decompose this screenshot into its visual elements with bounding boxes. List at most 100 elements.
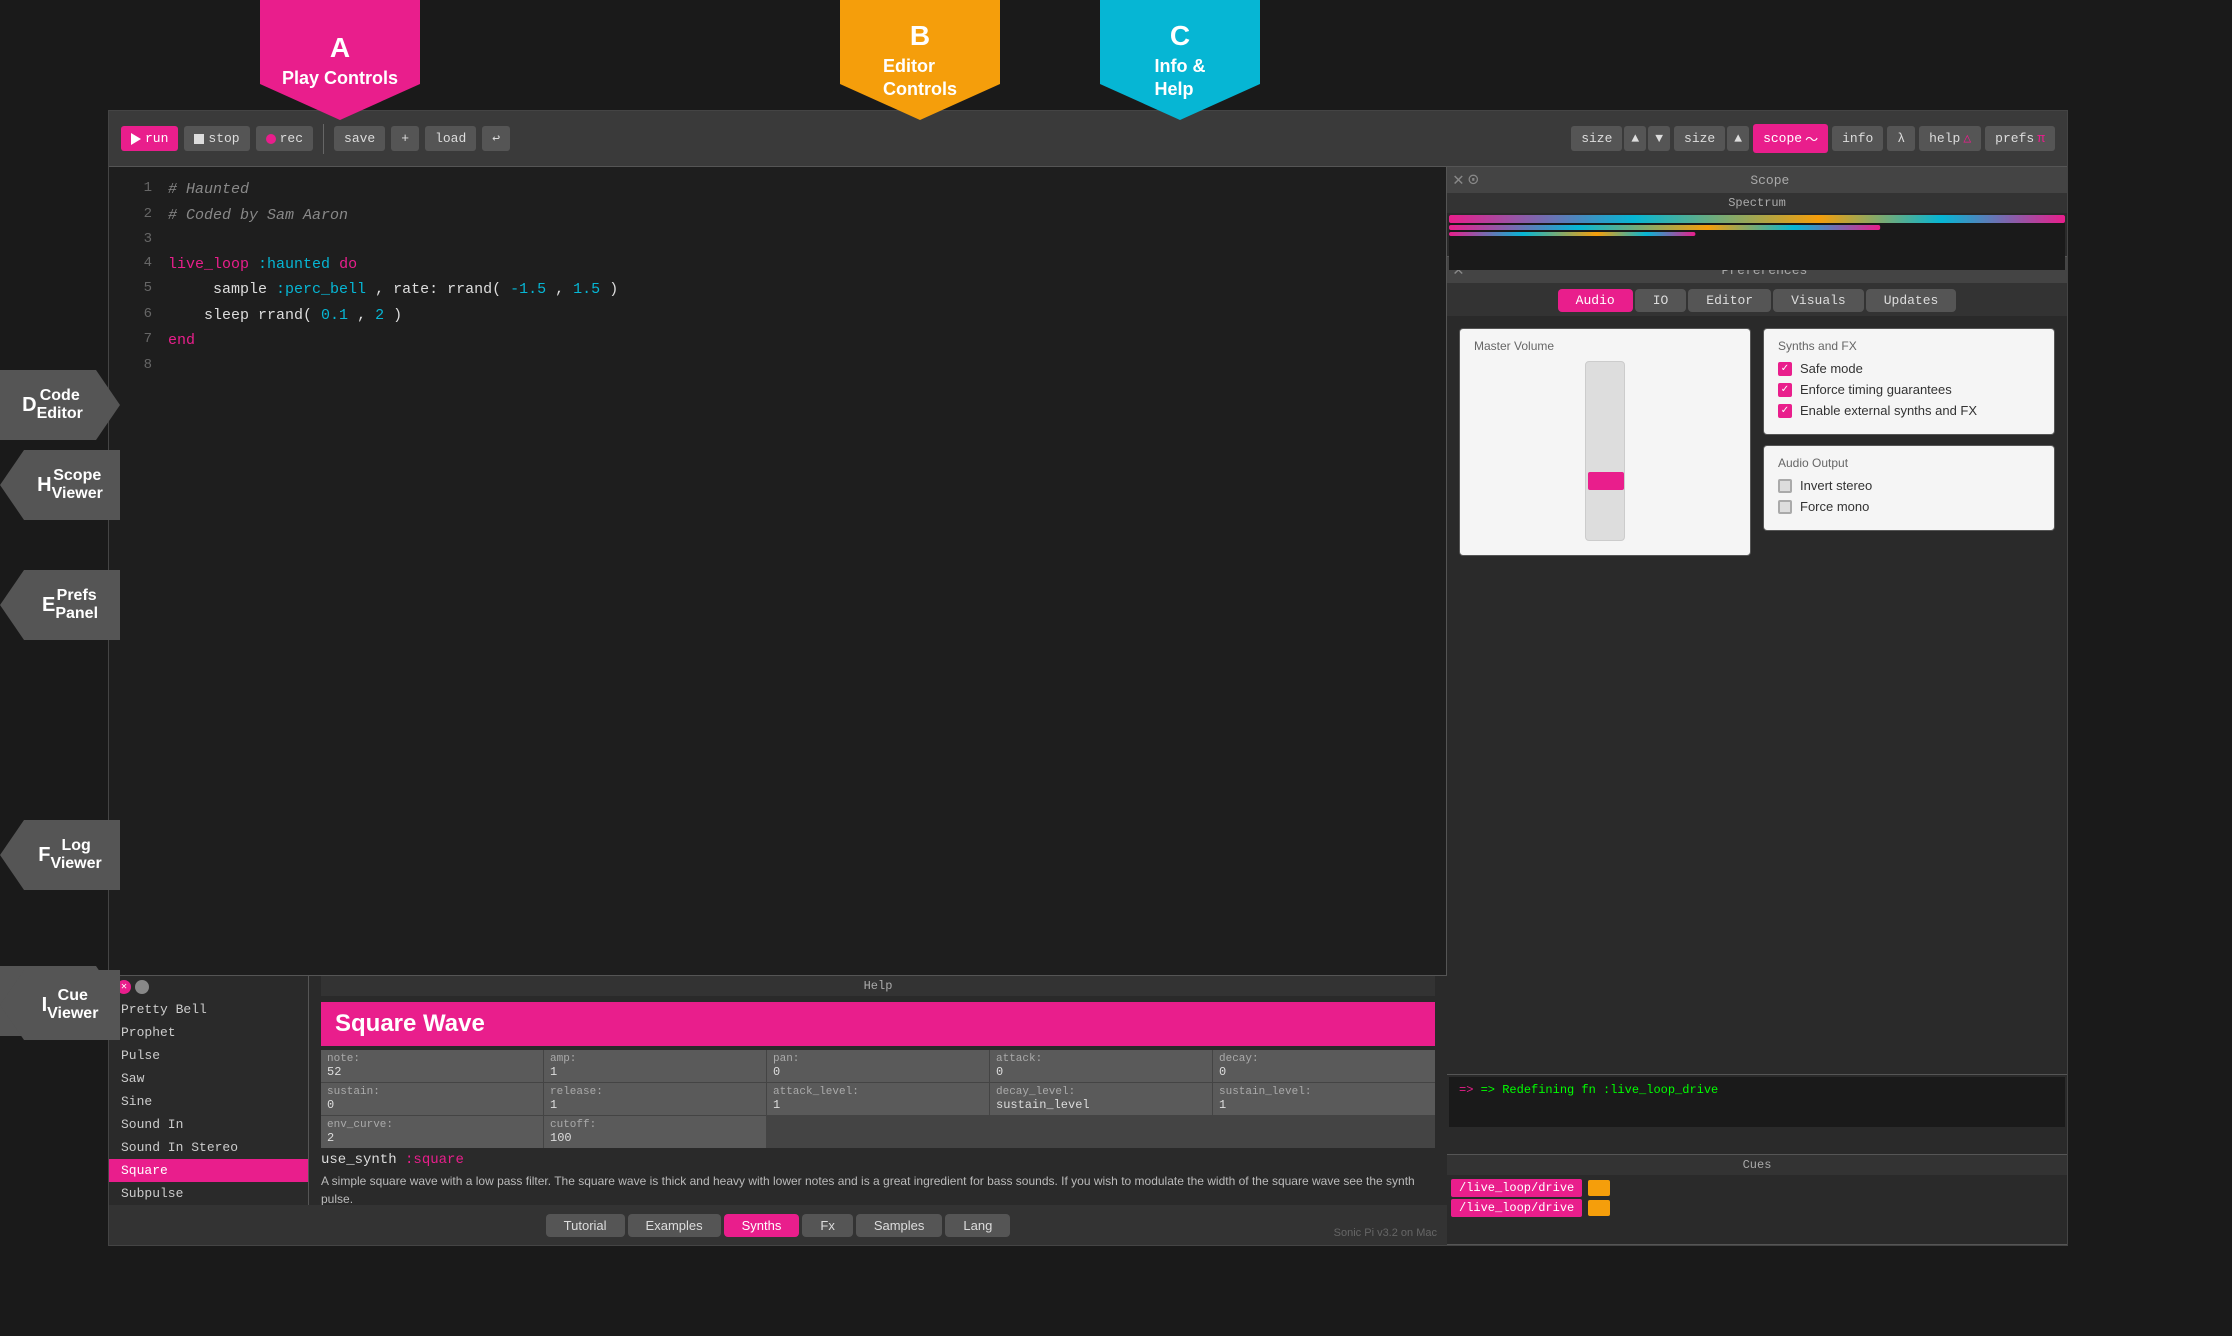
prefs-tab-visuals[interactable]: Visuals [1773,289,1864,312]
code-line-7: 7 end [109,328,1446,354]
arrow-a-label: Play Controls [282,67,398,90]
cue-icon-2 [1588,1200,1610,1216]
size-up-button[interactable]: ▲ [1624,126,1646,151]
toolbar-right: size ▲ ▼ size ▲ scope 〜 info λ [1571,124,2055,153]
scope-subtitle: Spectrum [1447,193,2067,213]
tab-fx[interactable]: Fx [802,1214,852,1237]
arrow-f-label: LogViewer [50,837,101,873]
scope-close-x[interactable]: ✕ [1453,169,1464,191]
prefs-tab-audio[interactable]: Audio [1558,289,1633,312]
checkbox-external-checked-icon: ✓ [1778,404,1792,418]
checkbox-safe-mode-label: Safe mode [1800,361,1863,376]
separator [323,124,324,154]
tab-lang[interactable]: Lang [945,1214,1010,1237]
code-line-2: 2 # Coded by Sam Aaron [109,203,1446,229]
prefs-tab-editor[interactable]: Editor [1688,289,1771,312]
size-button[interactable]: size [1571,126,1622,151]
tab-samples[interactable]: Samples [856,1214,943,1237]
help-item-sine[interactable]: Sine [109,1090,308,1113]
checkbox-safe-mode[interactable]: ✓ Safe mode [1778,361,2040,376]
code-line-4: 4 live_loop :haunted do [109,252,1446,278]
add-button[interactable]: + [391,126,419,151]
prefs-body: Master Volume Synths and FX ✓ Saf [1447,316,2067,568]
param-attack-level: attack_level: 1 [767,1083,989,1115]
arrow-c: C Info &Help [1100,0,1260,120]
scope-close-circle[interactable]: ⊙ [1468,169,1479,191]
help-item-square[interactable]: Square [109,1159,308,1182]
size-control-2: size ▲ [1674,126,1749,151]
cue-label-2: /live_loop/drive [1451,1199,1582,1217]
prefs-tab-io[interactable]: IO [1635,289,1687,312]
checkbox-timing[interactable]: ✓ Enforce timing guarantees [1778,382,2040,397]
arrow-i-label: CueViewer [47,987,98,1023]
play-icon [131,133,141,145]
app-window: run stop rec save + load ↩ size [108,110,2068,1246]
param-decay: decay: 0 [1213,1050,1435,1082]
param-attack: attack: 0 [990,1050,1212,1082]
checkbox-external-label: Enable external synths and FX [1800,403,1977,418]
scope-button[interactable]: scope 〜 [1753,124,1828,153]
size-up-button-2[interactable]: ▲ [1727,126,1749,151]
param-sustain: sustain: 0 [321,1083,543,1115]
help-item-saw[interactable]: Saw [109,1067,308,1090]
code-line-6: 6 sleep rrand( 0.1 , 2 ) [109,303,1446,329]
synths-fx-col: Synths and FX ✓ Safe mode ✓ Enforce timi… [1763,328,2055,556]
arrow-b: B EditorControls [840,0,1000,120]
checkbox-timing-checked-icon: ✓ [1778,383,1792,397]
scope-visualization [1449,215,2065,270]
size-down-button[interactable]: ▼ [1648,126,1670,151]
prefs-tabs: Audio IO Editor Visuals Updates [1447,283,2067,316]
help-item-pulse[interactable]: Pulse [109,1044,308,1067]
lambda-button[interactable]: λ [1887,126,1915,151]
synth-params-grid: note: 52 amp: 1 pan: 0 attack: 0 [321,1050,1435,1148]
load-button[interactable]: load [425,126,476,151]
undo-button[interactable]: ↩ [482,126,510,151]
arrow-d: D CodeEditor [0,370,120,440]
run-button[interactable]: run [121,126,178,151]
help-button[interactable]: help △ [1919,126,1981,151]
prefs-tab-updates[interactable]: Updates [1866,289,1957,312]
arrow-e: E PrefsPanel [0,570,2232,640]
info-button[interactable]: info [1832,126,1883,151]
param-cutoff: cutoff: 100 [544,1116,766,1148]
tab-tutorial[interactable]: Tutorial [546,1214,625,1237]
log-text: => => Redefining fn :live_loop_drive [1449,1077,2065,1127]
cue-title: Cues [1447,1155,2067,1175]
cue-icon-1 [1588,1180,1610,1196]
arrow-a: A Play Controls [260,0,420,120]
stop-icon [194,134,204,144]
scope-header: ✕ ⊙ Scope [1447,167,2067,193]
size-button-2[interactable]: size [1674,126,1725,151]
arrow-f: F LogViewer [0,820,2232,890]
arrow-b-label: EditorControls [883,55,957,102]
arrow-i: I CueViewer [0,970,2232,1040]
version-text: Sonic Pi v3.2 on Mac [1334,1227,1437,1239]
param-note: note: 52 [321,1050,543,1082]
checkbox-external-synths[interactable]: ✓ Enable external synths and FX [1778,403,2040,418]
arrow-d-label: CodeEditor [37,387,83,423]
prefs-button[interactable]: prefs π [1985,126,2055,151]
checkbox-timing-label: Enforce timing guarantees [1800,382,1952,397]
bottom-tabs: Tutorial Examples Synths Fx Samples Lang [109,1205,1447,1245]
help-item-sound-in-stereo[interactable]: Sound In Stereo [109,1136,308,1159]
param-release: release: 1 [544,1083,766,1115]
param-decay-level: decay_level: sustain_level [990,1083,1212,1115]
arrow-e-label: PrefsPanel [55,587,98,623]
scope-svg [1449,215,2065,270]
tab-examples[interactable]: Examples [628,1214,721,1237]
synths-fx-label: Synths and FX [1778,339,2040,353]
arrow-h: H ScopeViewer [0,450,2232,520]
cue-item-2: /live_loop/drive [1451,1199,2063,1217]
code-line-1: 1 # Haunted [109,177,1446,203]
log-panel: => => Redefining fn :live_loop_drive [1447,1075,2067,1155]
rec-icon [266,134,276,144]
help-item-sound-in[interactable]: Sound In [109,1113,308,1136]
save-button[interactable]: save [334,126,385,151]
tab-synths[interactable]: Synths [724,1214,800,1237]
rec-button[interactable]: rec [256,126,313,151]
prefs-panel: ✕ Preferences Audio IO Editor Visuals Up… [1447,257,2067,1075]
synths-fx-box: Synths and FX ✓ Safe mode ✓ Enforce timi… [1763,328,2055,435]
toolbar: run stop rec save + load ↩ size [109,111,2067,167]
stop-button[interactable]: stop [184,126,249,151]
help-item-subpulse[interactable]: Subpulse [109,1182,308,1205]
